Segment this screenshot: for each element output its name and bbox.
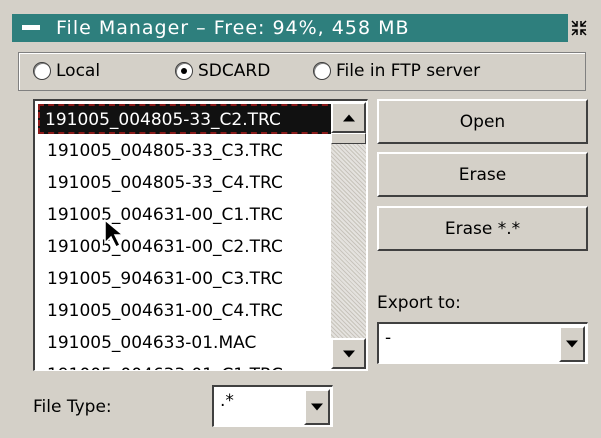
radio-sdcard-label: SDCARD bbox=[198, 61, 271, 81]
arrow-down-icon bbox=[342, 350, 355, 357]
title-bar: File Manager – Free: 94%, 458 MB bbox=[12, 14, 590, 42]
file-row[interactable]: 191005_004805-33_C3.TRC bbox=[42, 135, 337, 167]
scroll-down-button[interactable] bbox=[331, 338, 366, 369]
file-row[interactable]: 191005_904631-00_C3.TRC bbox=[42, 263, 337, 295]
export-label: Export to: bbox=[377, 293, 461, 313]
radio-sdcard-indicator[interactable] bbox=[175, 62, 193, 80]
radio-local-label: Local bbox=[56, 61, 101, 81]
file-list[interactable]: 191005_004805-33_C2.TRC 191005_004805-33… bbox=[33, 99, 368, 371]
file-row[interactable]: 191005_004631-00_C2.TRC bbox=[42, 231, 337, 263]
window-title: File Manager – Free: 94%, 458 MB bbox=[56, 17, 410, 39]
source-radio-group: Local SDCARD File in FTP server bbox=[18, 52, 586, 91]
open-button[interactable]: Open bbox=[377, 99, 588, 144]
filetype-select-value: .* bbox=[220, 391, 234, 411]
resize-grip-icon[interactable] bbox=[568, 14, 590, 42]
filetype-dropdown-button[interactable] bbox=[304, 389, 330, 425]
erase-all-button[interactable]: Erase *.* bbox=[377, 206, 588, 251]
file-row[interactable]: 191005_004631-00_C1.TRC bbox=[42, 199, 337, 231]
radio-local[interactable]: Local bbox=[33, 61, 100, 81]
mouse-pointer-icon bbox=[104, 219, 126, 249]
file-row[interactable]: 191005_004631-00_C4.TRC bbox=[42, 295, 337, 327]
file-list-scrollbar[interactable] bbox=[331, 102, 366, 369]
scroll-up-button[interactable] bbox=[331, 102, 366, 133]
chevron-down-icon bbox=[311, 403, 323, 411]
minimize-bar-icon[interactable] bbox=[22, 25, 40, 30]
file-row[interactable]: 191005_004633-01.MAC bbox=[42, 327, 337, 359]
export-dropdown-button[interactable] bbox=[559, 326, 585, 362]
export-select-value: - bbox=[385, 328, 392, 348]
radio-sdcard[interactable]: SDCARD bbox=[175, 61, 270, 81]
filetype-select[interactable]: .* bbox=[212, 385, 333, 427]
radio-ftp-indicator[interactable] bbox=[313, 62, 331, 80]
file-row-selected[interactable]: 191005_004805-33_C2.TRC bbox=[38, 104, 338, 134]
scroll-thumb[interactable] bbox=[331, 133, 366, 144]
export-select[interactable]: - bbox=[377, 322, 588, 364]
arrow-up-icon bbox=[342, 114, 355, 121]
radio-local-indicator[interactable] bbox=[33, 62, 51, 80]
radio-ftp-label: File in FTP server bbox=[336, 61, 481, 81]
file-row[interactable]: 191005_004805-33_C4.TRC bbox=[42, 167, 337, 199]
erase-button[interactable]: Erase bbox=[377, 152, 588, 197]
radio-ftp[interactable]: File in FTP server bbox=[313, 61, 480, 81]
file-row[interactable]: 191005_004633-01_C1.TRC bbox=[42, 359, 337, 370]
chevron-down-icon bbox=[566, 340, 578, 348]
filetype-label: File Type: bbox=[33, 397, 112, 417]
